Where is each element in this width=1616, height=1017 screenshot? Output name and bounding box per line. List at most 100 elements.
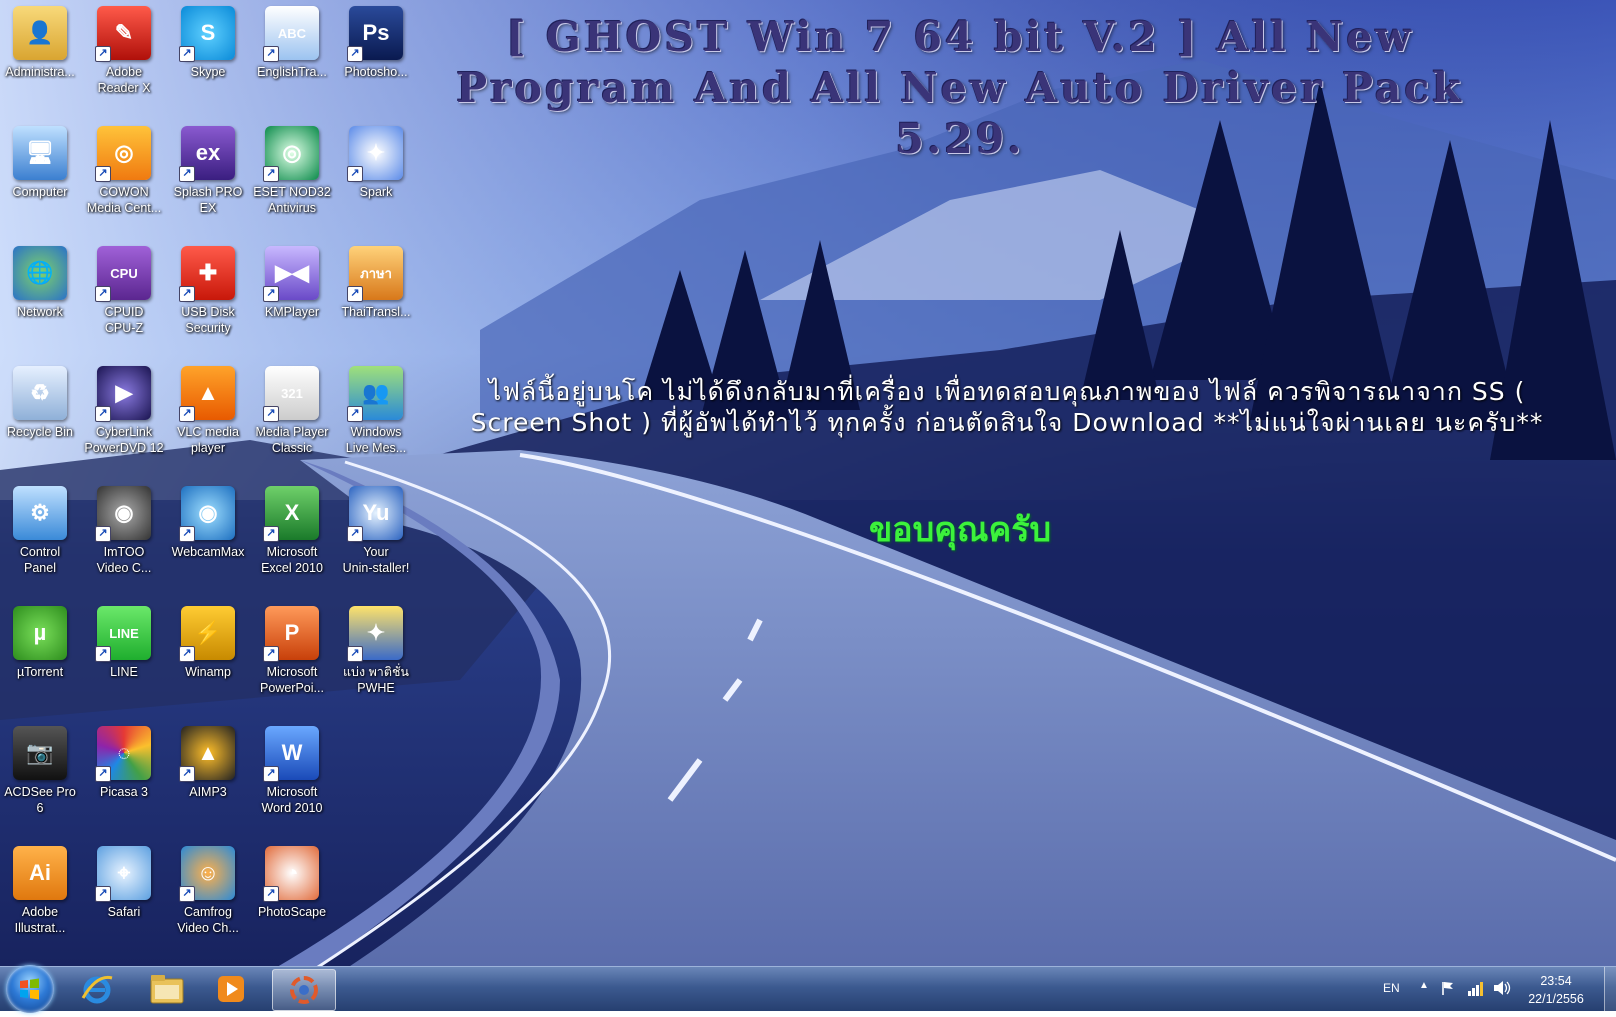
volume-icon[interactable] (1492, 979, 1512, 997)
desktop-icon[interactable]: Yu ↗ Your Unin-staller! (334, 486, 418, 576)
desktop-icon[interactable]: Ps ↗ Photosho... (334, 6, 418, 80)
acdsee-icon: 📷 (13, 726, 67, 780)
desktop-icon[interactable]: µ µTorrent (0, 606, 82, 680)
desktop-icon-label: AIMP3 (189, 785, 227, 799)
show-hidden-icons-chevron[interactable]: ▲ (1419, 980, 1429, 991)
desktop-icon[interactable]: ◔ ↗ PhotoScape (250, 846, 334, 920)
shortcut-arrow-icon: ↗ (95, 766, 111, 782)
show-desktop-button[interactable] (1604, 967, 1616, 1011)
desktop-icon-label: Camfrog Video Ch... (177, 905, 239, 935)
shortcut-arrow-icon: ↗ (263, 46, 279, 62)
desktop-icon[interactable]: ◉ ↗ ImTOO Video C... (82, 486, 166, 576)
desktop-icon-label: USB Disk Security (181, 305, 235, 335)
photoscape-icon: ◔ ↗ (263, 846, 319, 902)
winamp-icon: ⚡ ↗ (179, 606, 235, 662)
desktop-icon[interactable]: P ↗ Microsoft PowerPoi... (250, 606, 334, 696)
desktop-icon[interactable]: ⚙ Control Panel (0, 486, 82, 576)
cowon-icon: ◎ ↗ (95, 126, 151, 182)
wallpaper-notice: ไฟล์นี้อยู่บนโค ไม่ได้ดึงกลับมาที่เครื่อ… (470, 377, 1544, 437)
shortcut-arrow-icon: ↗ (179, 286, 195, 302)
desktop-icon[interactable]: ▶ ↗ CyberLink PowerDVD 12 (82, 366, 166, 456)
internet-explorer-icon (81, 975, 113, 1004)
powerdvd-icon: ▶ ↗ (95, 366, 151, 422)
desktop-icon[interactable]: ✚ ↗ USB Disk Security (166, 246, 250, 336)
utorrent-icon: µ (13, 606, 67, 660)
usb-security-icon: ✚ ↗ (179, 246, 235, 302)
desktop-icon[interactable]: ◌ ↗ Picasa 3 (82, 726, 166, 800)
shortcut-arrow-icon: ↗ (347, 286, 363, 302)
spark-icon: ✦ ↗ (347, 126, 403, 182)
desktop-icon-label: KMPlayer (264, 305, 320, 319)
shortcut-arrow-icon: ↗ (263, 646, 279, 662)
desktop-icon-label: Recycle Bin (7, 425, 73, 439)
action-center-flag-icon[interactable] (1440, 980, 1456, 996)
desktop-icon[interactable]: ex ↗ Splash PRO EX (166, 126, 250, 216)
desktop-icon[interactable]: ◎ ↗ COWON Media Cent... (82, 126, 166, 216)
desktop-icon[interactable]: ▲ ↗ AIMP3 (166, 726, 250, 800)
desktop-icon-label: Photosho... (344, 65, 408, 79)
desktop-icon[interactable]: ♻ Recycle Bin (0, 366, 82, 440)
desktop-icon[interactable]: ✎ ↗ Adobe Reader X (82, 6, 166, 96)
network-signal-icon[interactable] (1467, 979, 1485, 997)
desktop-icon[interactable]: Ai Adobe Illustrat... (0, 846, 82, 936)
start-button[interactable] (6, 965, 54, 1013)
desktop-icon[interactable]: ✦ ↗ Spark (334, 126, 418, 200)
taskbar-windows-explorer[interactable] (136, 969, 198, 1009)
desktop-icon[interactable]: 👥 ↗ Windows Live Mes... (334, 366, 418, 456)
desktop-icon-label: Picasa 3 (100, 785, 148, 799)
desktop-icon-label: Control Panel (19, 545, 61, 575)
desktop-icon-label: ThaiTransl... (341, 305, 411, 319)
desktop-icon[interactable]: ABC ↗ EnglishTra... (250, 6, 334, 80)
desktop-icon[interactable]: 👤 Administra... (0, 6, 82, 80)
vlc-icon: ▲ ↗ (179, 366, 235, 422)
control-panel-icon: ⚙ (13, 486, 67, 540)
desktop-icon[interactable]: LINE ↗ LINE (82, 606, 166, 680)
shortcut-arrow-icon: ↗ (347, 46, 363, 62)
taskbar-media-player[interactable] (200, 969, 262, 1009)
word-icon: W ↗ (263, 726, 319, 782)
thai-translator-icon: ภาษา ↗ (347, 246, 403, 302)
desktop-icon-label: Computer (12, 185, 68, 199)
partition-icon: ✦ ↗ (347, 606, 403, 662)
taskbar-photoscape[interactable] (272, 969, 336, 1011)
taskbar-internet-explorer[interactable] (66, 969, 128, 1009)
desktop-icon-label: Adobe Reader X (97, 65, 151, 95)
desktop-icon-label: CPUID CPU-Z (104, 305, 144, 335)
desktop-icon[interactable]: ⌖ ↗ Safari (82, 846, 166, 920)
desktop-icon[interactable]: 321 ↗ Media Player Classic (250, 366, 334, 456)
system-clock[interactable]: 23:54 22/1/2556 (1518, 972, 1594, 1008)
desktop-icon-label: ImTOO Video C... (96, 545, 152, 575)
desktop-icon[interactable]: ✦ ↗ แบ่ง พาติชั่น PWHE (334, 606, 418, 696)
desktop-icon[interactable]: 🌐 Network (0, 246, 82, 320)
desktop-icon[interactable]: ⚡ ↗ Winamp (166, 606, 250, 680)
desktop-icon[interactable]: ▲ ↗ VLC media player (166, 366, 250, 456)
windows-explorer-icon (150, 975, 184, 1004)
excel-icon: X ↗ (263, 486, 319, 542)
shortcut-arrow-icon: ↗ (263, 766, 279, 782)
desktop-icon-label: PhotoScape (257, 905, 327, 919)
desktop-icon[interactable]: X ↗ Microsoft Excel 2010 (250, 486, 334, 576)
shortcut-arrow-icon: ↗ (179, 886, 195, 902)
desktop-icon-label: Media Player Classic (255, 425, 329, 455)
shortcut-arrow-icon: ↗ (179, 526, 195, 542)
desktop-icon[interactable]: W ↗ Microsoft Word 2010 (250, 726, 334, 816)
photoshop-icon: Ps ↗ (347, 6, 403, 62)
desktop-icon[interactable]: ภาษา ↗ ThaiTransl... (334, 246, 418, 320)
photoscape-icon (290, 976, 318, 1004)
desktop-icon[interactable]: ◎ ↗ ESET NOD32 Antivirus (250, 126, 334, 216)
language-indicator[interactable]: EN (1383, 981, 1400, 995)
desktop-icon[interactable]: S ↗ Skype (166, 6, 250, 80)
desktop-icon[interactable]: ☺ ↗ Camfrog Video Ch... (166, 846, 250, 936)
shortcut-arrow-icon: ↗ (263, 286, 279, 302)
webcammax-icon: ◉ ↗ (179, 486, 235, 542)
desktop-icon[interactable]: CPU ↗ CPUID CPU-Z (82, 246, 166, 336)
desktop-icon[interactable]: ▶◀ ↗ KMPlayer (250, 246, 334, 320)
desktop-icon-label: Microsoft PowerPoi... (260, 665, 324, 695)
shortcut-arrow-icon: ↗ (179, 46, 195, 62)
desktop-icon[interactable]: 🖥 Computer (0, 126, 82, 200)
shortcut-arrow-icon: ↗ (95, 286, 111, 302)
desktop-icon[interactable]: ◉ ↗ WebcamMax (166, 486, 250, 560)
desktop-icon[interactable]: 📷 ACDSee Pro 6 (0, 726, 82, 816)
desktop-icon-label: Microsoft Word 2010 (261, 785, 323, 815)
shortcut-arrow-icon: ↗ (95, 646, 111, 662)
